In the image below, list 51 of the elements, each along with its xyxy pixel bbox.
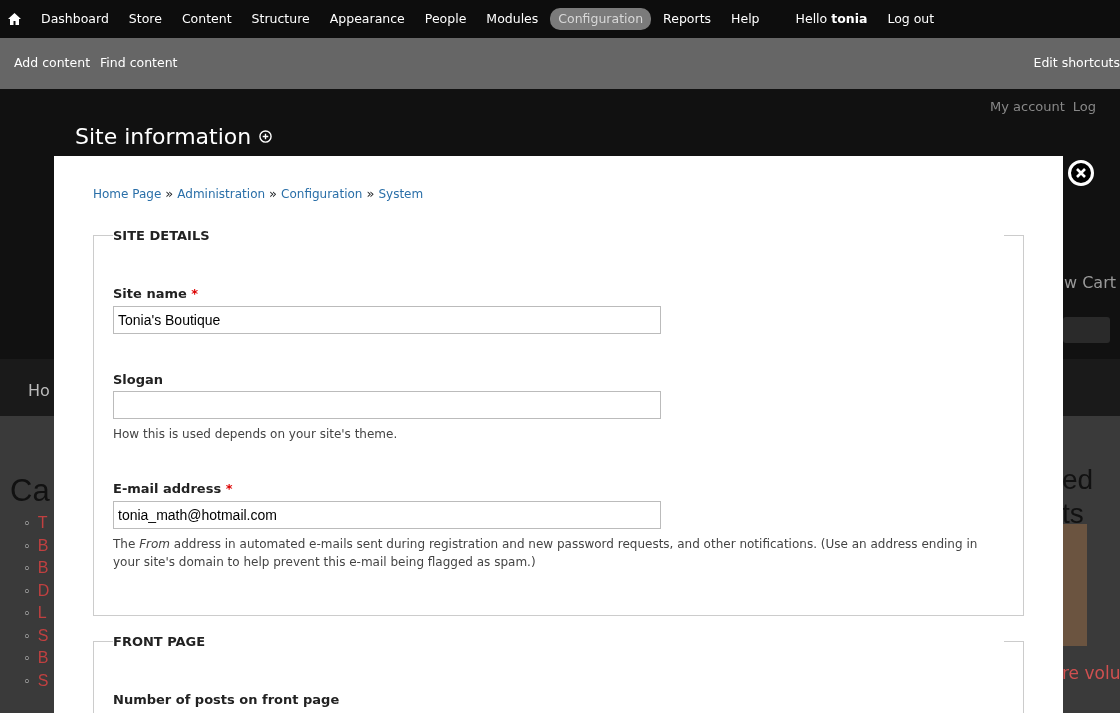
list-marker: ◦ xyxy=(24,648,30,668)
account-link[interactable]: Log xyxy=(1072,97,1097,117)
toolbar-link[interactable]: Reports xyxy=(655,7,720,31)
list-marker: ◦ xyxy=(24,513,30,533)
field-label: Slogan xyxy=(113,371,164,387)
field-description: The From address in automated e-mails sent during registration and new password requests, and other notifications. (Use an address ending in your site's domain to help prevent this e-mail being flagged as spam.) xyxy=(113,535,979,571)
breadcrumb-separator: » xyxy=(165,185,174,203)
search-field[interactable] xyxy=(1063,317,1110,343)
page-title: Site information xyxy=(75,123,252,151)
list-marker: ◦ xyxy=(24,580,30,601)
edit-shortcuts-link[interactable]: Edit shortcuts xyxy=(1033,54,1120,73)
shortcut-link[interactable]: Add content xyxy=(14,54,91,73)
logout-link[interactable]: Log out xyxy=(879,7,943,31)
account-link[interactable]: My account xyxy=(990,97,1065,117)
list-marker: ◦ xyxy=(24,535,30,556)
greeting-text: Hello tonia xyxy=(795,9,868,28)
fieldset-legend: FRONT PAGE xyxy=(113,631,1004,651)
text-field[interactable]: tonia_math@hotmail.com xyxy=(113,500,661,529)
toolbar-link[interactable]: Structure xyxy=(243,7,318,31)
text-field[interactable] xyxy=(113,391,661,419)
field-description: How this is used depends on your site's theme. xyxy=(113,426,399,443)
breadcrumb-link[interactable]: System xyxy=(378,184,424,203)
required-mark: * xyxy=(225,481,233,496)
toolbar-link[interactable]: Configuration xyxy=(550,7,652,31)
field-label: Number of posts on front page xyxy=(113,692,340,707)
list-marker: ◦ xyxy=(24,625,30,646)
toolbar-link[interactable]: People xyxy=(416,7,475,31)
toolbar-link[interactable]: Help xyxy=(723,7,768,31)
toolbar-link[interactable]: Store xyxy=(120,7,170,31)
list-marker: ◦ xyxy=(24,603,30,623)
breadcrumb-separator: » xyxy=(366,185,375,203)
breadcrumb-separator: » xyxy=(269,185,278,203)
add-shortcut-icon[interactable] xyxy=(259,130,273,143)
breadcrumb-link[interactable]: Home Page xyxy=(93,184,162,203)
list-marker: ◦ xyxy=(24,670,30,691)
text-field[interactable]: Tonia's Boutique xyxy=(113,305,661,334)
field-label: E-mail address xyxy=(113,481,222,496)
toolbar-link[interactable]: Dashboard xyxy=(33,7,117,31)
breadcrumb-link[interactable]: Configuration xyxy=(281,184,363,203)
toolbar-link[interactable]: Content xyxy=(173,7,240,31)
shortcut-link[interactable]: Find content xyxy=(100,54,178,73)
cart-link[interactable]: w Cart xyxy=(1064,271,1116,295)
toolbar-link[interactable]: Modules xyxy=(478,7,547,31)
required-mark: * xyxy=(191,286,199,301)
toolbar-link[interactable]: Appearance xyxy=(321,7,413,31)
list-marker: ◦ xyxy=(24,558,30,578)
field-label: Site name xyxy=(113,286,187,301)
breadcrumb-link[interactable]: Administration xyxy=(177,184,266,203)
home-icon[interactable] xyxy=(8,13,21,25)
menu-link[interactable]: Ho xyxy=(28,379,50,403)
fieldset-legend: SITE DETAILS xyxy=(113,225,1004,245)
